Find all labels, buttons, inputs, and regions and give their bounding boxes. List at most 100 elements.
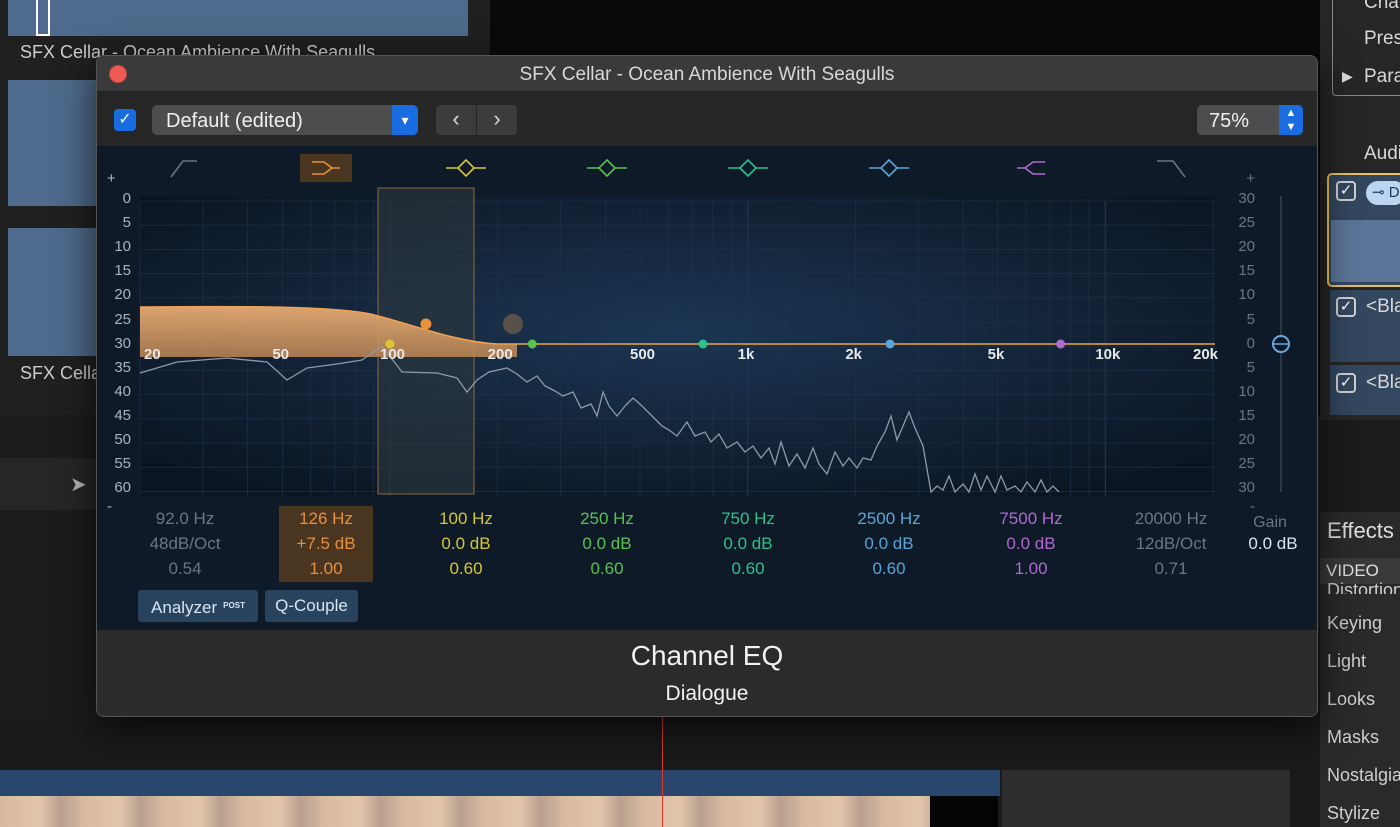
band-q[interactable]: 0.60 (693, 556, 803, 581)
db-tick-right: 15 (1238, 406, 1255, 424)
effects-category-distortion[interactable]: Distortion (1327, 580, 1400, 594)
q-couple-button[interactable]: Q-Couple (265, 590, 358, 622)
db-tick-right: 30 (1238, 190, 1255, 207)
band-handle[interactable] (1056, 339, 1066, 349)
band-high-shelf-icon[interactable] (1017, 161, 1045, 175)
effect-label-2: <Bla (1366, 296, 1400, 317)
effect-checkbox-3[interactable]: ✓ (1336, 373, 1356, 393)
band-column[interactable]: 7500 Hz 0.0 dB 1.00 (976, 506, 1086, 581)
band-freq[interactable]: 100 Hz (411, 506, 521, 531)
db-tick-left: 40 (114, 382, 131, 400)
gain-value[interactable]: 0.0 dB (1233, 534, 1313, 554)
db-tick-left: 10 (114, 238, 131, 256)
band-bell-icon[interactable] (728, 158, 768, 178)
audio-label: Audi (1364, 143, 1400, 164)
effects-category-light[interactable]: Light (1327, 651, 1366, 672)
band-q[interactable]: 1.00 (279, 556, 373, 581)
band-gain[interactable]: 0.0 dB (834, 531, 944, 556)
db-tick-right: 20 (1238, 431, 1255, 448)
disclosure-triangle-icon[interactable]: ▶ (1342, 68, 1353, 85)
effects-category-masks[interactable]: Masks (1327, 727, 1379, 748)
band-handle[interactable] (698, 339, 708, 349)
db-tick-left: 20 (114, 286, 131, 304)
band-low-shelf-icon[interactable] (300, 154, 352, 182)
band-handle[interactable] (885, 339, 895, 349)
band-column[interactable]: 126 Hz +7.5 dB 1.00 (279, 506, 373, 582)
timeline-playhead[interactable] (662, 717, 663, 827)
effects-category-keying[interactable]: Keying (1327, 613, 1382, 634)
frequency-tick-label: 2k (845, 346, 863, 363)
band-handle[interactable] (527, 339, 537, 349)
db-tick-right: + (1246, 170, 1255, 187)
eq-graph[interactable] (97, 146, 1318, 501)
db-tick-left: 55 (114, 455, 131, 473)
band-freq[interactable]: 2500 Hz (834, 506, 944, 531)
band-q[interactable]: 0.60 (834, 556, 944, 581)
band-bell-icon[interactable] (587, 158, 627, 178)
band-column[interactable]: 750 Hz 0.0 dB 0.60 (693, 506, 803, 581)
band-gain[interactable]: +7.5 dB (279, 531, 373, 556)
plugin-subtitle: Dialogue (665, 682, 749, 705)
next-preset-button[interactable]: › (477, 105, 517, 135)
band-q[interactable]: 1.00 (976, 556, 1086, 581)
band-low-pass-icon[interactable] (1157, 160, 1186, 178)
band-freq[interactable]: 20000 Hz (1116, 506, 1226, 531)
band-gain[interactable]: 48dB/Oct (130, 531, 240, 556)
clip-thumbnail-2[interactable] (8, 80, 96, 206)
db-tick-right: 20 (1238, 238, 1255, 256)
band-freq[interactable]: 750 Hz (693, 506, 803, 531)
band-freq[interactable]: 126 Hz (279, 506, 373, 531)
clip-playhead-marker (36, 0, 50, 36)
band-gain[interactable]: 0.0 dB (411, 531, 521, 556)
eq-panel: +0 5 10 15 20 25 30 35 40 45 50 55 60- +30 25 20 15 10 5 0… (97, 146, 1317, 630)
inspector-item-presets[interactable]: Pres (1364, 28, 1400, 50)
zoom-popup[interactable]: 75% ▲ ▼ (1197, 105, 1303, 135)
clip-thumbnail-1[interactable] (8, 0, 468, 36)
db-tick-left: 15 (114, 262, 131, 280)
previous-preset-button[interactable]: ‹ (436, 105, 476, 135)
band-column[interactable]: 250 Hz 0.0 dB 0.60 (552, 506, 662, 581)
band-q[interactable]: 0.60 (552, 556, 662, 581)
effects-category-looks[interactable]: Looks (1327, 689, 1375, 710)
effects-title: Effects (1327, 518, 1394, 543)
band-column[interactable]: 92.0 Hz 48dB/Oct 0.54 (130, 506, 240, 581)
effects-category-stylize[interactable]: Stylize (1327, 803, 1380, 824)
band-gain[interactable]: 0.0 dB (693, 531, 803, 556)
band-column[interactable]: 100 Hz 0.0 dB 0.60 (411, 506, 521, 581)
band-q[interactable]: 0.60 (411, 556, 521, 581)
band-q[interactable]: 0.71 (1116, 556, 1226, 581)
frequency-tick-label: 5k (987, 346, 1005, 363)
band-freq[interactable]: 250 Hz (552, 506, 662, 531)
timeline-clip-filmstrip[interactable] (0, 796, 930, 827)
band-high-pass-icon[interactable] (170, 160, 197, 178)
enable-checkbox[interactable]: ✓ (114, 109, 136, 131)
effect-pill-1[interactable]: ⊸ D (1366, 181, 1400, 205)
band-column[interactable]: 20000 Hz 12dB/Oct 0.71 (1116, 506, 1226, 581)
band-bell-icon[interactable] (446, 158, 486, 178)
band-freq[interactable]: 7500 Hz (976, 506, 1086, 531)
select-tool-icon[interactable]: ➤ (70, 472, 87, 497)
frequency-tick-label: 10k (1095, 346, 1121, 363)
band-gain[interactable]: 0.0 dB (552, 531, 662, 556)
stepper-icon: ▲ ▼ (1279, 105, 1303, 135)
band-column[interactable]: 2500 Hz 0.0 dB 0.60 (834, 506, 944, 581)
band-q[interactable]: 0.54 (130, 556, 240, 581)
timeline-clip-audio[interactable] (0, 770, 1000, 796)
band-gain[interactable]: 12dB/Oct (1116, 531, 1226, 556)
effect-waveform-1 (1331, 220, 1400, 282)
db-tick-right: 25 (1238, 214, 1255, 232)
inspector-item-channel[interactable]: Cha (1364, 0, 1399, 14)
band-gain[interactable]: 0.0 dB (976, 531, 1086, 556)
inspector-item-parameters[interactable]: Para (1364, 66, 1400, 88)
band-handle[interactable] (420, 318, 432, 330)
analyzer-button[interactable]: Analyzer POST (138, 590, 258, 622)
effect-checkbox-2[interactable]: ✓ (1336, 297, 1356, 317)
preset-popup[interactable]: Default (edited) ▾ (152, 105, 418, 135)
clip-thumbnail-3[interactable] (8, 228, 96, 356)
effects-category-nostalgia[interactable]: Nostalgia (1327, 765, 1400, 786)
band-freq[interactable]: 92.0 Hz (130, 506, 240, 531)
band-bell-icon[interactable] (869, 158, 909, 178)
effect-checkbox-1[interactable]: ✓ (1336, 181, 1356, 201)
db-tick-right: 5 (1246, 310, 1255, 328)
title-bar[interactable]: SFX Cellar - Ocean Ambience With Seagull… (97, 56, 1317, 92)
